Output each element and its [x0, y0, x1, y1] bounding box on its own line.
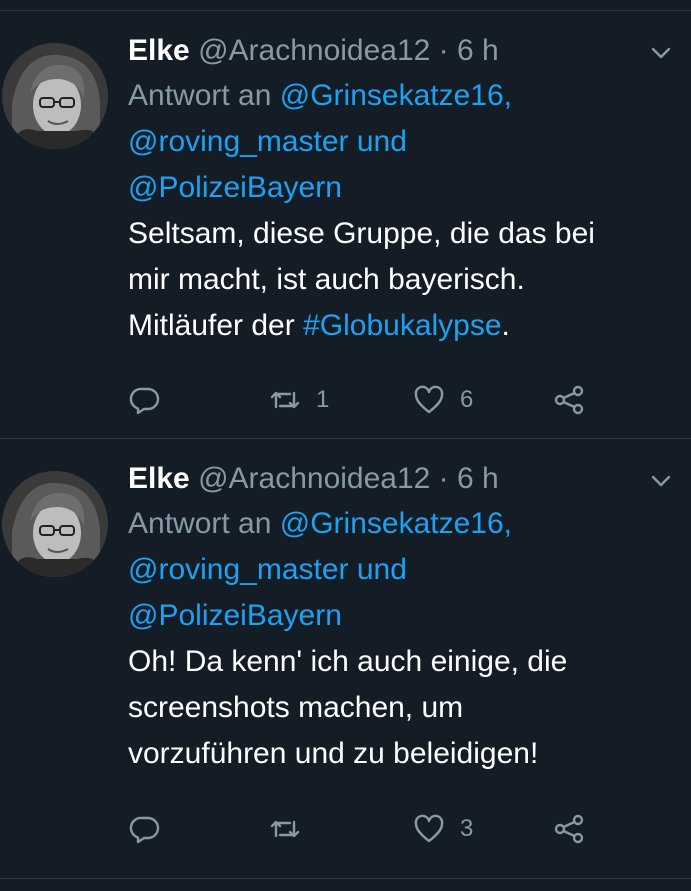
separator: ·	[430, 462, 458, 495]
avatar[interactable]	[2, 471, 108, 577]
tweet-header: Elke @Arachnoidea12 · 6 h	[128, 29, 658, 73]
share-button[interactable]	[552, 380, 586, 420]
tweet-header: Elke @Arachnoidea12 · 6 h	[128, 457, 658, 501]
tweet-content: Elke @Arachnoidea12 · 6 h Antwort an @Gr…	[128, 29, 658, 349]
tweet-text: Oh! Da kenn' ich auch einige, die screen…	[128, 639, 658, 777]
mention-link[interactable]: @roving_master und	[128, 553, 407, 586]
timestamp[interactable]: 6 h	[457, 462, 499, 495]
mention-link[interactable]: @PolizeiBayern	[128, 171, 342, 204]
tweet-actions: 1 6	[128, 380, 608, 420]
share-icon	[554, 814, 584, 844]
text-line: vorzuführen und zu beleidigen!	[128, 737, 539, 770]
like-button[interactable]: 3	[412, 809, 473, 849]
tweet[interactable]: Elke @Arachnoidea12 · 6 h Antwort an @Gr…	[0, 439, 691, 867]
author-handle[interactable]: @Arachnoidea12	[198, 462, 430, 495]
text-line: .	[501, 309, 510, 342]
like-count: 6	[460, 386, 474, 413]
like-button[interactable]: 6	[412, 380, 473, 420]
avatar[interactable]	[2, 43, 108, 149]
avatar-photo	[2, 43, 108, 149]
author-name[interactable]: Elke	[128, 462, 190, 495]
tweet-content: Elke @Arachnoidea12 · 6 h Antwort an @Gr…	[128, 457, 658, 777]
retweet-button[interactable]	[268, 809, 316, 849]
text-line: Seltsam, diese Gruppe, die das bei	[128, 217, 595, 250]
share-button[interactable]	[552, 809, 586, 849]
retweet-count: 1	[316, 386, 330, 413]
author-handle[interactable]: @Arachnoidea12	[198, 34, 430, 67]
reply-prefix: Antwort an	[128, 79, 280, 112]
reply-context: Antwort an @Grinsekatze16, @roving_maste…	[128, 73, 658, 211]
text-line: Oh! Da kenn' ich auch einige, die	[128, 645, 568, 678]
timestamp[interactable]: 6 h	[457, 34, 499, 67]
mention-link[interactable]: @PolizeiBayern	[128, 599, 342, 632]
reply-context: Antwort an @Grinsekatze16, @roving_maste…	[128, 501, 658, 639]
tweet-actions: 3	[128, 809, 608, 849]
reply-icon	[129, 387, 160, 415]
mention-link[interactable]: @Grinsekatze16,	[280, 507, 512, 540]
share-icon	[554, 385, 584, 415]
hashtag-link[interactable]: #Globukalypse	[303, 309, 501, 342]
reply-button[interactable]	[128, 809, 162, 849]
text-line: mir macht, ist auch bayerisch.	[128, 263, 525, 296]
retweet-icon	[270, 820, 300, 838]
top-divider	[0, 0, 691, 11]
tweet-text: Seltsam, diese Gruppe, die das bei mir m…	[128, 211, 658, 349]
avatar-photo	[2, 471, 108, 577]
separator: ·	[430, 34, 458, 67]
tweet[interactable]: Elke @Arachnoidea12 · 6 h Antwort an @Gr…	[0, 11, 691, 438]
like-icon	[414, 814, 444, 843]
author-name[interactable]: Elke	[128, 34, 190, 67]
divider	[0, 878, 691, 879]
mention-link[interactable]: @Grinsekatze16,	[280, 79, 512, 112]
mention-link[interactable]: @roving_master und	[128, 125, 407, 158]
text-line: Mitläufer der	[128, 309, 304, 342]
reply-icon	[129, 816, 160, 844]
like-icon	[414, 385, 444, 414]
reply-button[interactable]	[128, 380, 162, 420]
text-line: screenshots machen, um	[128, 691, 464, 724]
retweet-icon	[270, 391, 300, 409]
retweet-button[interactable]: 1	[268, 380, 329, 420]
reply-prefix: Antwort an	[128, 507, 280, 540]
like-count: 3	[460, 815, 474, 842]
